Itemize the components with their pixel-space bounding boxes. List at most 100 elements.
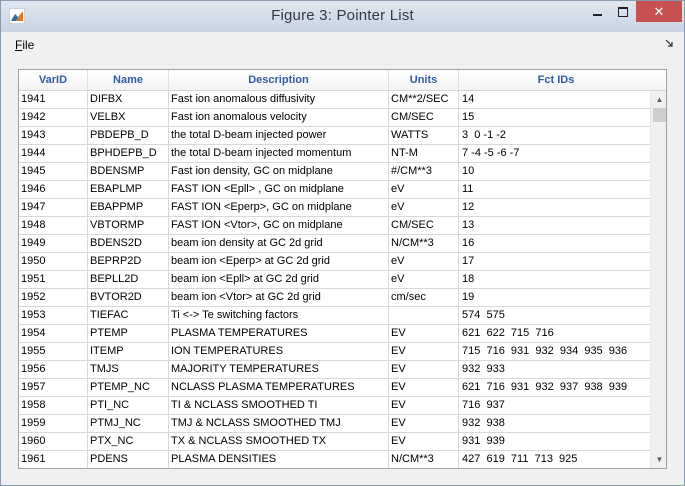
header-description[interactable]: Description (169, 70, 389, 90)
cell-name[interactable]: ITEMP (88, 343, 169, 361)
cell-units[interactable]: EV (389, 397, 459, 415)
cell-varid[interactable]: 1957 (19, 379, 88, 397)
table-row[interactable]: 1961 PDENS PLASMA DENSITIES N/CM**3 427 619 … (19, 451, 650, 468)
scroll-up-arrow-icon[interactable]: ▲ (651, 91, 666, 108)
cell-description[interactable]: TX & NCLASS SMOOTHED TX (169, 433, 389, 451)
cell-name[interactable]: BPHDEPB_D (88, 145, 169, 163)
cell-description[interactable]: Fast ion anomalous diffusivity (169, 91, 389, 109)
cell-fct-ids[interactable]: 574 575 (459, 307, 650, 325)
cell-varid[interactable]: 1955 (19, 343, 88, 361)
cell-fct-ids[interactable]: 13 (459, 217, 650, 235)
table-row[interactable]: 1952 BVTOR2D beam ion <Vtor> at GC 2d grid… (19, 289, 650, 307)
vertical-scrollbar[interactable]: ▲ ▼ (650, 91, 666, 468)
table-row[interactable]: 1955 ITEMP ION TEMPERATURES EV 715 716 931 9… (19, 343, 650, 361)
table-row[interactable]: 1945 BDENSMP Fast ion density, GC on midpl… (19, 163, 650, 181)
table-row[interactable]: 1946 EBAPLMP FAST ION <Epll> , GC on midpl… (19, 181, 650, 199)
cell-name[interactable]: TMJS (88, 361, 169, 379)
cell-varid[interactable]: 1953 (19, 307, 88, 325)
cell-fct-ids[interactable]: 11 (459, 181, 650, 199)
cell-fct-ids[interactable]: 10 (459, 163, 650, 181)
cell-units[interactable]: WATTS (389, 127, 459, 145)
cell-units[interactable]: EV (389, 361, 459, 379)
table-row[interactable]: 1941 DIFBX Fast ion anomalous diffusivity C… (19, 91, 650, 109)
cell-varid[interactable]: 1951 (19, 271, 88, 289)
cell-varid[interactable]: 1946 (19, 181, 88, 199)
cell-fct-ids[interactable]: 15 (459, 109, 650, 127)
cell-description[interactable]: MAJORITY TEMPERATURES (169, 361, 389, 379)
table-row[interactable]: 1944 BPHDEPB_D the total D-beam injected m… (19, 145, 650, 163)
cell-varid[interactable]: 1960 (19, 433, 88, 451)
cell-units[interactable]: EV (389, 415, 459, 433)
minimize-button[interactable] (584, 1, 610, 22)
cell-description[interactable]: NCLASS PLASMA TEMPERATURES (169, 379, 389, 397)
cell-fct-ids[interactable]: 19 (459, 289, 650, 307)
table-row[interactable]: 1949 BDENS2D beam ion density at GC 2d gri… (19, 235, 650, 253)
cell-name[interactable]: EBAPLMP (88, 181, 169, 199)
table-row[interactable]: 1942 VELBX Fast ion anomalous velocity CM/S… (19, 109, 650, 127)
header-units[interactable]: Units (389, 70, 459, 90)
cell-name[interactable]: PBDEPB_D (88, 127, 169, 145)
cell-units[interactable]: eV (389, 181, 459, 199)
table-row[interactable]: 1956 TMJS MAJORITY TEMPERATURES EV 932 933 (19, 361, 650, 379)
cell-description[interactable]: PLASMA DENSITIES (169, 451, 389, 468)
table-row[interactable]: 1957 PTEMP_NC NCLASS PLASMA TEMPERATURES EV… (19, 379, 650, 397)
cell-name[interactable]: TIEFAC (88, 307, 169, 325)
cell-units[interactable]: CM/SEC (389, 217, 459, 235)
cell-units[interactable]: cm/sec (389, 289, 459, 307)
cell-varid[interactable]: 1958 (19, 397, 88, 415)
cell-name[interactable]: PTI_NC (88, 397, 169, 415)
cell-description[interactable]: TI & NCLASS SMOOTHED TI (169, 397, 389, 415)
cell-varid[interactable]: 1947 (19, 199, 88, 217)
cell-description[interactable]: PLASMA TEMPERATURES (169, 325, 389, 343)
cell-name[interactable]: BEPRP2D (88, 253, 169, 271)
header-varid[interactable]: VarID (19, 70, 88, 90)
cell-name[interactable]: PTEMP_NC (88, 379, 169, 397)
maximize-button[interactable] (610, 1, 636, 22)
cell-description[interactable]: beam ion <Vtor> at GC 2d grid (169, 289, 389, 307)
cell-description[interactable]: FAST ION <Vtor>, GC on midplane (169, 217, 389, 235)
header-fct-ids[interactable]: Fct IDs (459, 70, 650, 90)
cell-units[interactable]: EV (389, 343, 459, 361)
cell-varid[interactable]: 1944 (19, 145, 88, 163)
cell-description[interactable]: FAST ION <Epll> , GC on midplane (169, 181, 389, 199)
cell-units[interactable]: eV (389, 199, 459, 217)
cell-varid[interactable]: 1942 (19, 109, 88, 127)
cell-name[interactable]: BEPLL2D (88, 271, 169, 289)
cell-fct-ids[interactable]: 3 0 -1 -2 (459, 127, 650, 145)
cell-units[interactable]: EV (389, 379, 459, 397)
cell-units[interactable]: #/CM**3 (389, 163, 459, 181)
table-row[interactable]: 1959 PTMJ_NC TMJ & NCLASS SMOOTHED TMJ EV 93… (19, 415, 650, 433)
cell-varid[interactable]: 1948 (19, 217, 88, 235)
cell-name[interactable]: BDENSMP (88, 163, 169, 181)
cell-description[interactable]: Fast ion density, GC on midplane (169, 163, 389, 181)
cell-fct-ids[interactable]: 931 939 (459, 433, 650, 451)
cell-name[interactable]: DIFBX (88, 91, 169, 109)
cell-fct-ids[interactable]: 17 (459, 253, 650, 271)
table-row[interactable]: 1948 VBTORMP FAST ION <Vtor>, GC on midpla… (19, 217, 650, 235)
cell-varid[interactable]: 1950 (19, 253, 88, 271)
table-row[interactable]: 1958 PTI_NC TI & NCLASS SMOOTHED TI EV 716 9… (19, 397, 650, 415)
cell-fct-ids[interactable]: 621 716 931 932 937 938 939 (459, 379, 650, 397)
table-row[interactable]: 1960 PTX_NC TX & NCLASS SMOOTHED TX EV 931 9… (19, 433, 650, 451)
cell-units[interactable]: eV (389, 253, 459, 271)
cell-name[interactable]: PTMJ_NC (88, 415, 169, 433)
title-bar[interactable]: Figure 3: Pointer List ✕ (1, 1, 684, 32)
cell-units[interactable]: CM/SEC (389, 109, 459, 127)
cell-name[interactable]: BDENS2D (88, 235, 169, 253)
table-row[interactable]: 1947 EBAPPMP FAST ION <Eperp>, GC on midpl… (19, 199, 650, 217)
cell-fct-ids[interactable]: 7 -4 -5 -6 -7 (459, 145, 650, 163)
cell-units[interactable]: CM**2/SEC (389, 91, 459, 109)
cell-units[interactable]: EV (389, 325, 459, 343)
cell-name[interactable]: VELBX (88, 109, 169, 127)
cell-description[interactable]: beam ion density at GC 2d grid (169, 235, 389, 253)
cell-fct-ids[interactable]: 621 622 715 716 (459, 325, 650, 343)
close-button[interactable]: ✕ (636, 1, 682, 22)
cell-fct-ids[interactable]: 932 938 (459, 415, 650, 433)
dock-arrow-icon[interactable] (665, 39, 673, 50)
cell-fct-ids[interactable]: 932 933 (459, 361, 650, 379)
cell-description[interactable]: TMJ & NCLASS SMOOTHED TMJ (169, 415, 389, 433)
scrollbar-thumb[interactable] (653, 108, 666, 122)
cell-fct-ids[interactable]: 715 716 931 932 934 935 936 (459, 343, 650, 361)
cell-fct-ids[interactable]: 716 937 (459, 397, 650, 415)
header-name[interactable]: Name (88, 70, 169, 90)
